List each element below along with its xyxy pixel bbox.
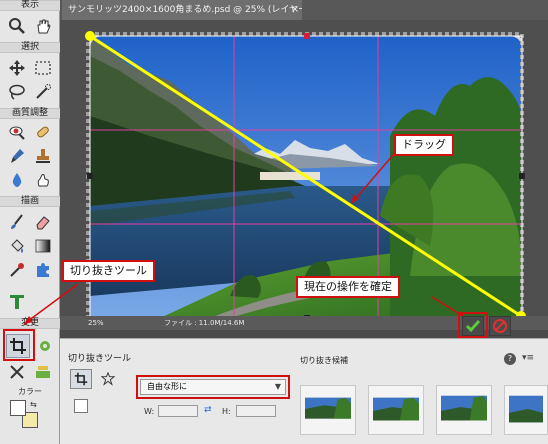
file-size-info: ファイル : 11.0M/14.6M	[164, 319, 245, 327]
candidate-thumbnail	[441, 390, 487, 430]
crop-candidate-1[interactable]	[300, 385, 356, 435]
photo-ratio-icon[interactable]	[74, 399, 88, 413]
drag-start-point	[85, 31, 95, 41]
width-input[interactable]	[158, 405, 198, 417]
crop-candidate-2[interactable]	[368, 385, 424, 435]
crop-handle-right	[519, 173, 525, 179]
help-icon[interactable]: ?	[504, 353, 516, 365]
crop-tool-callout: 切り抜きツール	[62, 260, 155, 282]
crop-handle-left	[87, 173, 93, 179]
tool-options-title: 切り抜きツール	[68, 354, 132, 364]
crop-icon	[74, 372, 88, 386]
drag-callout-arrow	[351, 154, 394, 204]
crop-tool-highlight-box	[3, 329, 35, 361]
crop-candidate-4[interactable]	[504, 385, 548, 435]
candidate-thumbnail	[509, 390, 543, 430]
cancel-icon	[493, 319, 507, 333]
crop-candidates-title: 切り抜き候補	[300, 356, 348, 365]
star-icon	[101, 372, 115, 386]
zoom-level: 25%	[88, 319, 104, 327]
drag-callout: ドラッグ	[394, 134, 454, 156]
commit-highlight-box	[458, 312, 488, 338]
height-label: H:	[222, 407, 231, 416]
crop-mode-button[interactable]	[70, 369, 92, 389]
preset-highlight-box	[136, 375, 290, 399]
crop-candidate-3[interactable]	[436, 385, 492, 435]
crop-handle-top	[304, 33, 310, 39]
cancel-button[interactable]	[489, 316, 511, 336]
panel-menu-icon[interactable]: ▾≡	[522, 353, 534, 363]
cookie-cutter-button[interactable]	[98, 369, 118, 389]
height-input[interactable]	[236, 405, 276, 417]
confirm-callout: 現在の操作を確定	[296, 276, 400, 298]
width-label: W:	[144, 407, 155, 416]
candidate-thumbnail	[305, 390, 351, 430]
candidate-thumbnail	[373, 390, 419, 430]
swap-dimensions-icon[interactable]: ⇄	[204, 405, 212, 415]
tool-options-panel: 切り抜きツール 自由な形に ▼ W: ⇄ H: 切り抜き候補 ? ▾≡	[60, 338, 548, 444]
